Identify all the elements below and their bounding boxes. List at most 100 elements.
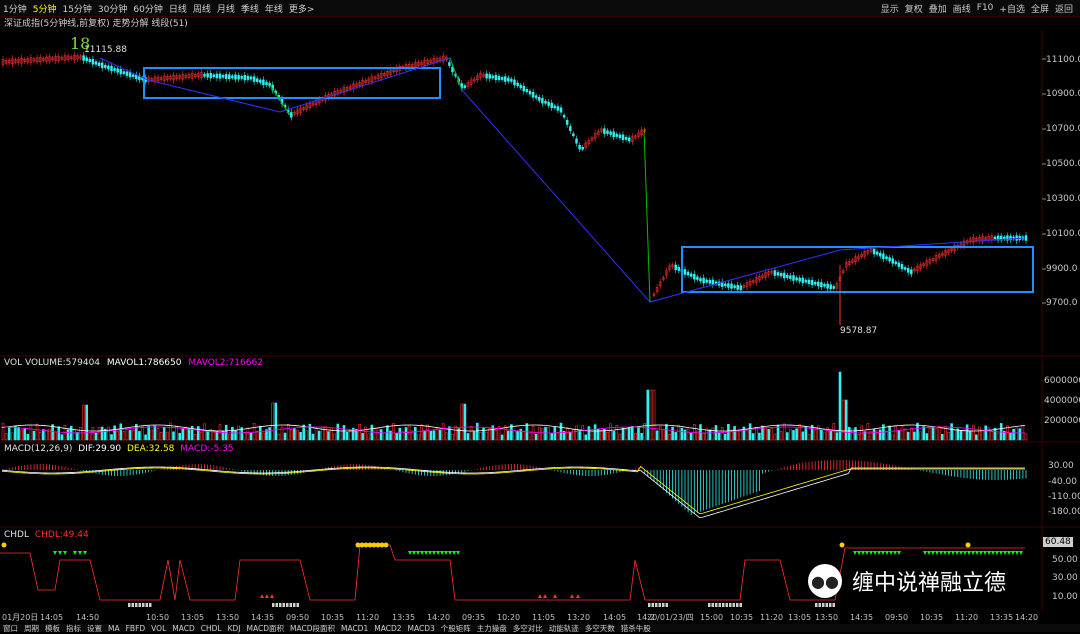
tab-macd3[interactable]: MACD3 bbox=[405, 624, 438, 633]
tab-fbfd[interactable]: FBFD bbox=[123, 624, 149, 633]
candle-body bbox=[888, 257, 891, 262]
grey-marker bbox=[128, 603, 131, 607]
down-arrow-icon bbox=[83, 551, 87, 555]
candle-body bbox=[804, 279, 808, 283]
down-arrow-icon bbox=[873, 551, 877, 555]
volume-bar bbox=[469, 426, 473, 441]
candle-body bbox=[228, 74, 231, 79]
candle-body bbox=[559, 107, 563, 113]
volume-bar bbox=[922, 426, 926, 441]
candle-body bbox=[879, 252, 882, 257]
grey-marker bbox=[732, 603, 735, 607]
down-arrow-icon bbox=[416, 551, 420, 555]
volume-bar bbox=[711, 427, 715, 441]
candle-body bbox=[131, 74, 135, 77]
dif-label: DIF:29.90 bbox=[78, 444, 122, 454]
candle-body bbox=[110, 65, 113, 72]
grey-marker bbox=[145, 603, 148, 607]
volume-bar bbox=[1015, 427, 1019, 441]
volume-bar bbox=[153, 425, 157, 441]
time-tick: 10:50 bbox=[146, 613, 170, 622]
candle-body bbox=[491, 75, 495, 79]
volume-bar bbox=[665, 424, 668, 441]
volume-bar bbox=[7, 427, 11, 441]
volume-bar bbox=[4, 433, 8, 441]
tab-chdl[interactable]: CHDL bbox=[198, 624, 225, 633]
candle-body bbox=[829, 284, 832, 290]
volume-bar bbox=[758, 432, 761, 441]
volume-bar bbox=[488, 428, 492, 441]
volume-bar bbox=[228, 434, 231, 441]
tab-kdj[interactable]: KDJ bbox=[225, 624, 244, 633]
candle-body bbox=[544, 100, 547, 104]
volume-bar bbox=[953, 430, 957, 441]
volume-bar bbox=[649, 389, 653, 441]
up-arrow-icon bbox=[570, 594, 574, 598]
tab-macd2[interactable]: MACD2 bbox=[371, 624, 404, 633]
volume-bar bbox=[593, 424, 597, 441]
volume-bar bbox=[252, 423, 256, 441]
down-arrow-icon bbox=[967, 551, 971, 555]
macd-tick: -180.00 bbox=[1048, 507, 1080, 517]
candle-body bbox=[113, 68, 116, 71]
down-arrow-icon bbox=[893, 551, 897, 555]
tab-macd1[interactable]: MACD1 bbox=[338, 624, 371, 633]
down-arrow-icon bbox=[861, 551, 865, 555]
volume-bar bbox=[888, 425, 891, 441]
volume-bar bbox=[131, 429, 135, 441]
volume-tick: 4000000 bbox=[1044, 396, 1080, 406]
volume-bar bbox=[767, 429, 771, 441]
yellow-dot bbox=[1, 542, 7, 548]
volume-bar bbox=[91, 426, 95, 441]
down-arrow-icon bbox=[58, 551, 62, 555]
volume-bar bbox=[878, 429, 882, 441]
volume-bar bbox=[680, 427, 684, 441]
price-tick: 10500.0 bbox=[1046, 159, 1080, 169]
candle-body bbox=[708, 279, 712, 284]
grey-marker bbox=[286, 603, 289, 607]
volume-bar bbox=[891, 434, 895, 441]
chdl-tick: 30.00 bbox=[1052, 573, 1078, 583]
volume-bar bbox=[621, 427, 625, 441]
volume-bar bbox=[20, 429, 23, 441]
volume-bar bbox=[934, 428, 938, 441]
time-tick: 10:35 bbox=[920, 613, 944, 622]
candle-body bbox=[724, 283, 727, 287]
macd-label: MACD(12,26,9) bbox=[4, 444, 73, 454]
volume-bar bbox=[897, 429, 901, 441]
candle-body bbox=[686, 271, 690, 276]
candle-body bbox=[538, 97, 541, 101]
volume-bar bbox=[950, 423, 953, 441]
volume-bar bbox=[60, 434, 64, 441]
up-arrow-icon bbox=[553, 594, 557, 598]
candle-body bbox=[789, 275, 792, 279]
tab-macd[interactable]: MACD bbox=[169, 624, 197, 633]
candle-body bbox=[88, 58, 92, 63]
volume-bar bbox=[482, 427, 485, 441]
candle-body bbox=[900, 264, 904, 270]
up-arrow-icon bbox=[265, 594, 269, 598]
candle-body bbox=[739, 285, 743, 291]
volume-bar bbox=[500, 434, 504, 441]
volume-bar bbox=[373, 428, 377, 441]
tab-ma[interactable]: MA bbox=[105, 624, 123, 633]
volume-bar bbox=[987, 427, 991, 441]
volume-tick: 6000000 bbox=[1044, 376, 1080, 386]
grey-marker bbox=[718, 603, 721, 607]
volume-bar bbox=[531, 425, 535, 441]
volume-bar bbox=[141, 425, 144, 441]
volume-bar bbox=[829, 430, 833, 441]
candle-body bbox=[832, 286, 836, 289]
grey-marker bbox=[138, 603, 141, 607]
yellow-dot bbox=[383, 542, 389, 548]
candle-body bbox=[689, 273, 693, 277]
volume-bar bbox=[311, 433, 315, 441]
volume-bar bbox=[435, 428, 439, 441]
tab-vol[interactable]: VOL bbox=[148, 624, 169, 633]
candle-body bbox=[826, 283, 829, 289]
price-tick: 10900.0 bbox=[1046, 89, 1080, 99]
time-tick: 14:20 bbox=[1015, 613, 1039, 622]
price-tick: 9700.0 bbox=[1046, 298, 1078, 308]
volume-bar bbox=[782, 423, 786, 441]
candle-body bbox=[122, 71, 126, 74]
